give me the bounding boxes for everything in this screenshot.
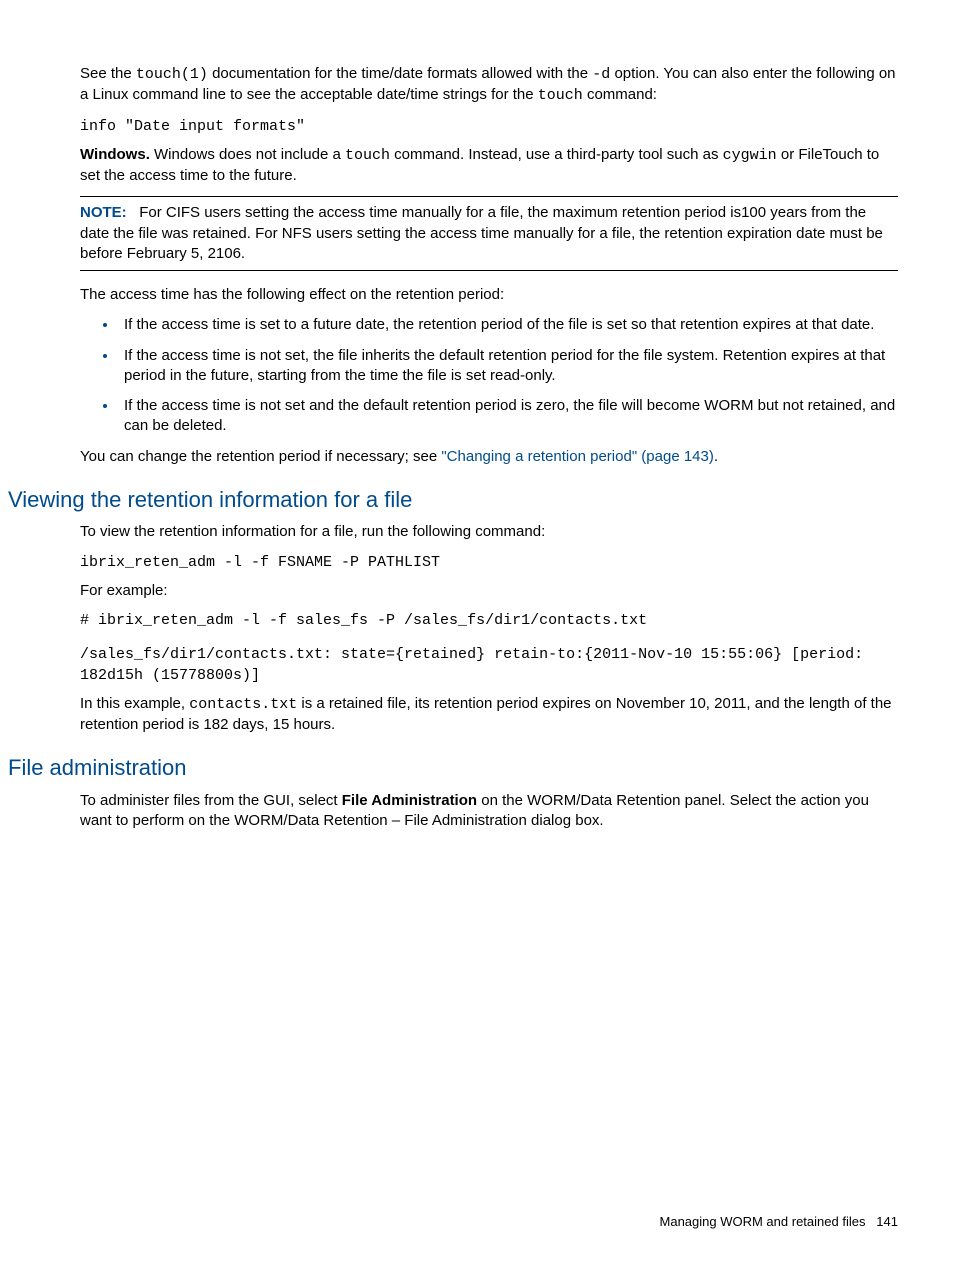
paragraph: You can change the retention period if n… bbox=[80, 447, 898, 467]
bullet-list: If the access time is set to a future da… bbox=[80, 315, 898, 436]
code-block: /sales_fs/dir1/contacts.txt: state={reta… bbox=[80, 645, 898, 686]
code-block: # ibrix_reten_adm -l -f sales_fs -P /sal… bbox=[80, 611, 898, 631]
note-label: NOTE: bbox=[80, 204, 127, 221]
footer-title: Managing WORM and retained files bbox=[660, 1214, 866, 1229]
text: You can change the retention period if n… bbox=[80, 448, 441, 465]
paragraph: To view the retention information for a … bbox=[80, 522, 898, 542]
list-item: If the access time is set to a future da… bbox=[118, 315, 898, 335]
paragraph: Windows. Windows does not include a touc… bbox=[80, 145, 898, 187]
paragraph: The access time has the following effect… bbox=[80, 285, 898, 305]
text: . bbox=[714, 448, 718, 465]
text: command: bbox=[583, 86, 657, 103]
text: Windows does not include a bbox=[150, 146, 345, 163]
text: command. Instead, use a third-party tool… bbox=[390, 146, 723, 163]
windows-label: Windows. bbox=[80, 146, 150, 163]
paragraph: See the touch(1) documentation for the t… bbox=[80, 64, 898, 107]
page-footer: Managing WORM and retained files 141 bbox=[660, 1213, 898, 1231]
code-block: ibrix_reten_adm -l -f FSNAME -P PATHLIST bbox=[80, 553, 898, 573]
inline-code: -d bbox=[592, 66, 610, 83]
page-number: 141 bbox=[876, 1214, 898, 1229]
list-item: If the access time is not set, the file … bbox=[118, 346, 898, 387]
section-heading-file-admin: File administration bbox=[8, 753, 898, 783]
note-box: NOTE: For CIFS users setting the access … bbox=[80, 196, 898, 271]
inline-code: touch bbox=[538, 87, 583, 104]
inline-code: contacts.txt bbox=[189, 696, 297, 713]
section-heading-viewing: Viewing the retention information for a … bbox=[8, 485, 898, 515]
inline-code: touch bbox=[345, 147, 390, 164]
bold-text: File Administration bbox=[342, 792, 477, 809]
text: documentation for the time/date formats … bbox=[208, 65, 592, 82]
list-item: If the access time is not set and the de… bbox=[118, 396, 898, 437]
text: In this example, bbox=[80, 695, 189, 712]
paragraph: To administer files from the GUI, select… bbox=[80, 791, 898, 832]
text: See the bbox=[80, 65, 136, 82]
note-text: For CIFS users setting the access time m… bbox=[80, 204, 883, 262]
paragraph: For example: bbox=[80, 581, 898, 601]
inline-code: touch(1) bbox=[136, 66, 208, 83]
cross-reference-link[interactable]: "Changing a retention period" (page 143) bbox=[441, 448, 714, 465]
code-block: info "Date input formats" bbox=[80, 117, 898, 137]
text: To administer files from the GUI, select bbox=[80, 792, 342, 809]
inline-code: cygwin bbox=[723, 147, 777, 164]
paragraph: In this example, contacts.txt is a retai… bbox=[80, 694, 898, 736]
